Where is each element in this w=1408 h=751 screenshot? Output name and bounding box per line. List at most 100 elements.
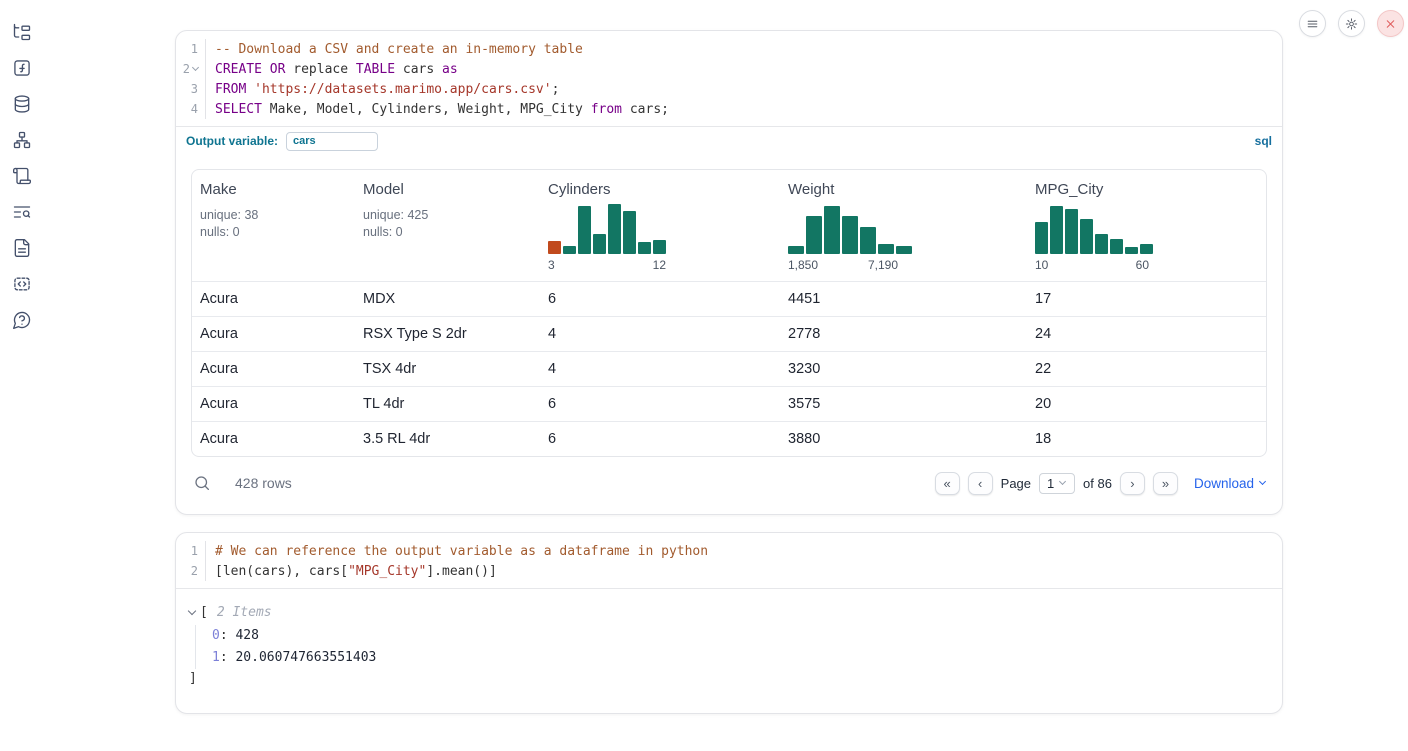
- histogram-bar: [1065, 209, 1078, 254]
- table-cell: 24: [1027, 317, 1266, 351]
- line-number: 1: [176, 541, 206, 561]
- row-count: 428 rows: [235, 475, 292, 491]
- scroll-icon[interactable]: [12, 166, 32, 186]
- table-cell: TL 4dr: [355, 387, 540, 421]
- table-cell: 4: [540, 352, 780, 386]
- close-bracket: ]: [189, 671, 1272, 686]
- prev-page-button[interactable]: ‹: [968, 472, 993, 495]
- axis-label: 12: [653, 258, 666, 272]
- column-name: Model: [363, 181, 532, 198]
- tree-key: 0: [212, 628, 220, 643]
- page-label: Page: [1001, 476, 1031, 491]
- next-page-button[interactable]: ›: [1120, 472, 1145, 495]
- snippets-icon[interactable]: [12, 274, 32, 294]
- histogram-bar: [1095, 234, 1108, 254]
- code-content: -- Download a CSV and create an in-memor…: [206, 42, 583, 57]
- column-header-make[interactable]: Makeunique: 38nulls: 0: [192, 170, 355, 281]
- histogram-bar: [878, 244, 894, 254]
- menu-button[interactable]: [1299, 10, 1326, 37]
- line-number-text: 4: [191, 102, 198, 116]
- table-cell: 22: [1027, 352, 1266, 386]
- code-token: FROM: [215, 82, 246, 97]
- table-cell: 3575: [780, 387, 1027, 421]
- tree-colon: :: [220, 628, 236, 643]
- histogram-bar: [1140, 244, 1153, 254]
- page-select-value: 1: [1047, 476, 1054, 491]
- language-badge: sql: [1255, 134, 1272, 148]
- code-token: CREATE: [215, 62, 262, 77]
- code-token: "MPG_City": [348, 564, 426, 579]
- table-header-row: Makeunique: 38nulls: 0Modelunique: 425nu…: [192, 170, 1266, 281]
- code-line: 3FROM 'https://datasets.marimo.app/cars.…: [176, 79, 1282, 99]
- column-stat: unique: 425: [363, 207, 532, 224]
- python-code-editor[interactable]: 1# We can reference the output variable …: [176, 533, 1282, 588]
- line-number-text: 1: [191, 42, 198, 56]
- page-select[interactable]: 1: [1039, 473, 1075, 494]
- document-icon[interactable]: [12, 238, 32, 258]
- python-output: [ 2 Items 0: 4281: 20.060747663551403 ]: [176, 588, 1282, 698]
- axis-label: 60: [1136, 258, 1149, 272]
- topbar: [1299, 10, 1404, 37]
- code-line: 2CREATE OR replace TABLE cars as: [176, 59, 1282, 79]
- column-header-cylinders[interactable]: Cylinders312: [540, 170, 780, 281]
- table-cell: 6: [540, 422, 780, 456]
- gear-icon: [1345, 17, 1358, 31]
- table-cell: 6: [540, 387, 780, 421]
- column-name: Cylinders: [548, 181, 772, 198]
- help-icon[interactable]: [12, 310, 32, 330]
- axis-label: 10: [1035, 258, 1048, 272]
- settings-button[interactable]: [1338, 10, 1365, 37]
- table-cell: 3880: [780, 422, 1027, 456]
- database-icon[interactable]: [12, 94, 32, 114]
- close-icon: [1384, 17, 1397, 31]
- code-token: TABLE: [356, 62, 395, 77]
- histogram-bar: [1125, 247, 1138, 254]
- first-page-button[interactable]: «: [935, 472, 960, 495]
- histogram-bar: [638, 242, 651, 254]
- table-cell: 6: [540, 282, 780, 316]
- download-button[interactable]: Download: [1194, 476, 1265, 491]
- table-cell: 20: [1027, 387, 1266, 421]
- file-tree-icon[interactable]: [12, 22, 32, 42]
- download-label: Download: [1194, 476, 1254, 491]
- sql-code-editor[interactable]: 1 -- Download a CSV and create an in-memo…: [176, 31, 1282, 126]
- python-cell: 1# We can reference the output variable …: [175, 532, 1283, 714]
- code-content: [len(cars), cars["MPG_City"].mean()]: [206, 564, 497, 579]
- pagination: « ‹ Page 1 of 86 › »: [935, 472, 1178, 495]
- column-header-weight[interactable]: Weight 1,850 7,190: [780, 170, 1027, 281]
- axis-label: 7,190: [868, 258, 898, 272]
- output-variable-input[interactable]: [286, 132, 378, 151]
- collapse-chevron-icon[interactable]: [188, 606, 196, 614]
- code-token: replace: [285, 62, 355, 77]
- table-cell: 2778: [780, 317, 1027, 351]
- column-stat: unique: 38: [200, 207, 347, 224]
- fold-chevron-icon[interactable]: [192, 64, 199, 71]
- shutdown-button[interactable]: [1377, 10, 1404, 37]
- histogram-bar: [1080, 219, 1093, 254]
- line-number-text: 3: [191, 82, 198, 96]
- dependency-graph-icon[interactable]: [12, 130, 32, 150]
- axis-label: 1,850: [788, 258, 818, 272]
- histogram-bars: [548, 202, 666, 254]
- search-icon[interactable]: [193, 474, 211, 492]
- code-token: [262, 62, 270, 77]
- hamburger-icon: [1306, 17, 1319, 31]
- column-header-mpg_city[interactable]: MPG_City1060: [1027, 170, 1266, 281]
- tree-entry: 1: 20.060747663551403: [212, 647, 1272, 669]
- column-header-model[interactable]: Modelunique: 425nulls: 0: [355, 170, 540, 281]
- column-name: Weight: [788, 181, 1019, 198]
- histogram-bar: [608, 204, 621, 254]
- search-logs-icon[interactable]: [12, 202, 32, 222]
- histogram-bar: [563, 246, 576, 254]
- code-line: 1 -- Download a CSV and create an in-memo…: [176, 39, 1282, 59]
- code-token: SELECT: [215, 102, 262, 117]
- last-page-button[interactable]: »: [1153, 472, 1178, 495]
- line-number: 3: [176, 79, 206, 99]
- histogram-bar: [548, 241, 561, 254]
- histogram-bar: [896, 246, 912, 254]
- table-body: AcuraMDX6445117AcuraRSX Type S 2dr427782…: [192, 281, 1266, 456]
- code-token: cars: [395, 62, 442, 77]
- code-line: 1# We can reference the output variable …: [176, 541, 1282, 561]
- table-cell: Acura: [192, 317, 355, 351]
- function-icon[interactable]: [12, 58, 32, 78]
